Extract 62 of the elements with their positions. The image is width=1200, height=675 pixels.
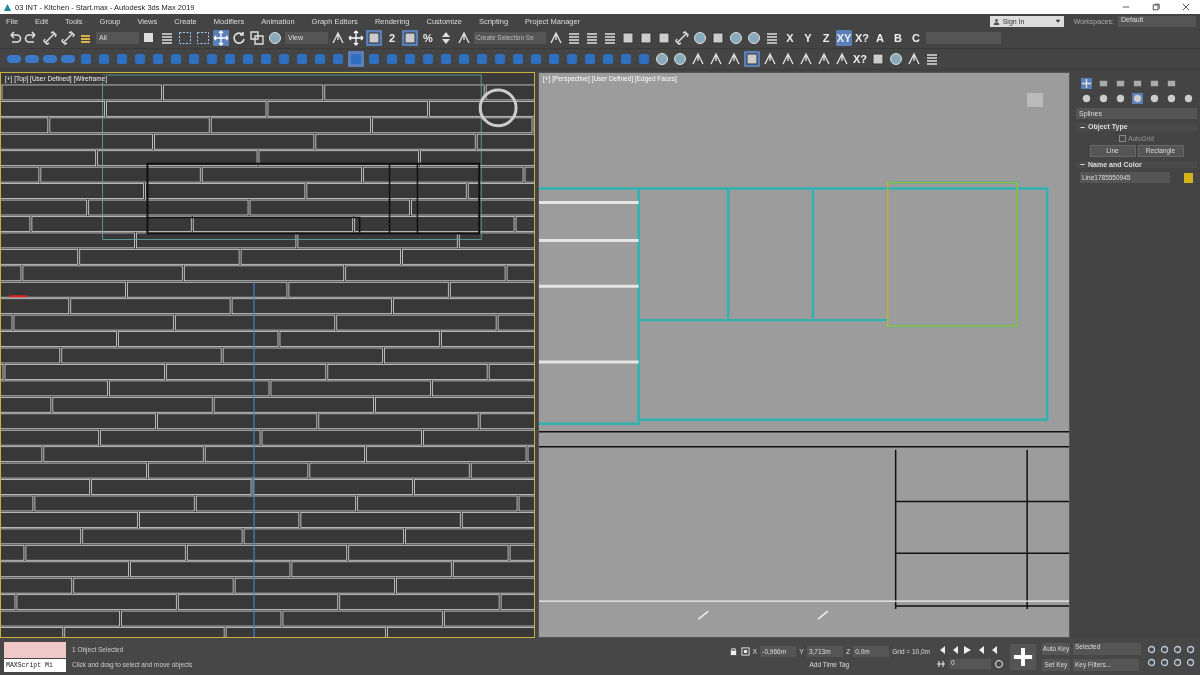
toolbar-button[interactable]: A [872,30,888,46]
square-icon[interactable] [656,30,672,46]
app-logo-icon [3,2,12,12]
square-icon[interactable] [620,30,636,46]
sphere-icon[interactable] [888,51,904,67]
panel-tab-icon[interactable] [1115,78,1126,89]
panel-tab-icon[interactable] [1081,78,1092,89]
list-icon[interactable] [584,30,600,46]
toolbar-button[interactable]: % [420,30,436,46]
move-icon[interactable] [348,30,364,46]
panel-tab-icon[interactable] [1166,78,1177,89]
caret-icon [1054,18,1061,24]
category-icon[interactable] [1115,93,1126,104]
scale-icon[interactable] [249,30,265,46]
list-icon[interactable] [602,30,618,46]
square-icon[interactable] [366,30,382,46]
rotate-icon[interactable] [231,30,247,46]
square-icon[interactable] [710,30,726,46]
sphere-icon[interactable] [654,51,670,67]
list-icon[interactable] [566,30,582,46]
color-swatch[interactable] [1184,172,1193,183]
toolbar-button[interactable]: B [890,30,906,46]
set-key-icon[interactable] [1010,643,1036,670]
toolbar-button[interactable]: Y [800,30,816,46]
category-icon[interactable] [1149,93,1160,104]
sphere-icon[interactable] [672,51,688,67]
dashed-square-icon[interactable] [177,30,193,46]
list-icon[interactable] [764,30,780,46]
toolbar-button[interactable]: XY [836,30,852,46]
user-icon [992,17,1000,25]
toolbar-button[interactable]: X? [852,51,868,67]
playback-icon[interactable] [962,644,972,655]
transform-mode-icon[interactable] [740,646,750,656]
panel-tab-icon[interactable] [1132,78,1143,89]
panel-tab-icon[interactable] [1149,78,1160,89]
toolbar-button[interactable]: X? [854,30,870,46]
listener-input-field[interactable] [4,641,66,658]
toolbar-button[interactable]: C [908,30,924,46]
toolbar-button[interactable]: X [782,30,798,46]
restore-icon[interactable] [1152,3,1160,11]
square-icon[interactable] [744,51,760,67]
square-icon[interactable] [638,30,654,46]
square-icon[interactable] [870,51,886,67]
lock-icon[interactable] [728,646,738,656]
category-icon[interactable] [1098,93,1109,104]
category-icon[interactable] [1183,93,1194,104]
sphere-icon[interactable] [728,30,744,46]
toolbar-button[interactable]: 2 [384,30,400,46]
key-mode-icon[interactable] [936,658,946,669]
sphere-icon[interactable] [746,30,762,46]
category-icon[interactable] [1166,93,1177,104]
sphere-icon[interactable] [267,30,283,46]
dashed-square-icon[interactable] [195,30,211,46]
list-icon[interactable] [159,30,175,46]
square-icon[interactable] [402,30,418,46]
close-icon[interactable] [1182,3,1190,11]
panel-tab-icon[interactable] [1098,78,1109,89]
time-config-icon[interactable] [994,658,1004,669]
sphere-icon[interactable] [692,30,708,46]
toolbar-button[interactable]: Z [818,30,834,46]
list-icon[interactable] [924,51,940,67]
category-icon[interactable] [1081,93,1092,104]
